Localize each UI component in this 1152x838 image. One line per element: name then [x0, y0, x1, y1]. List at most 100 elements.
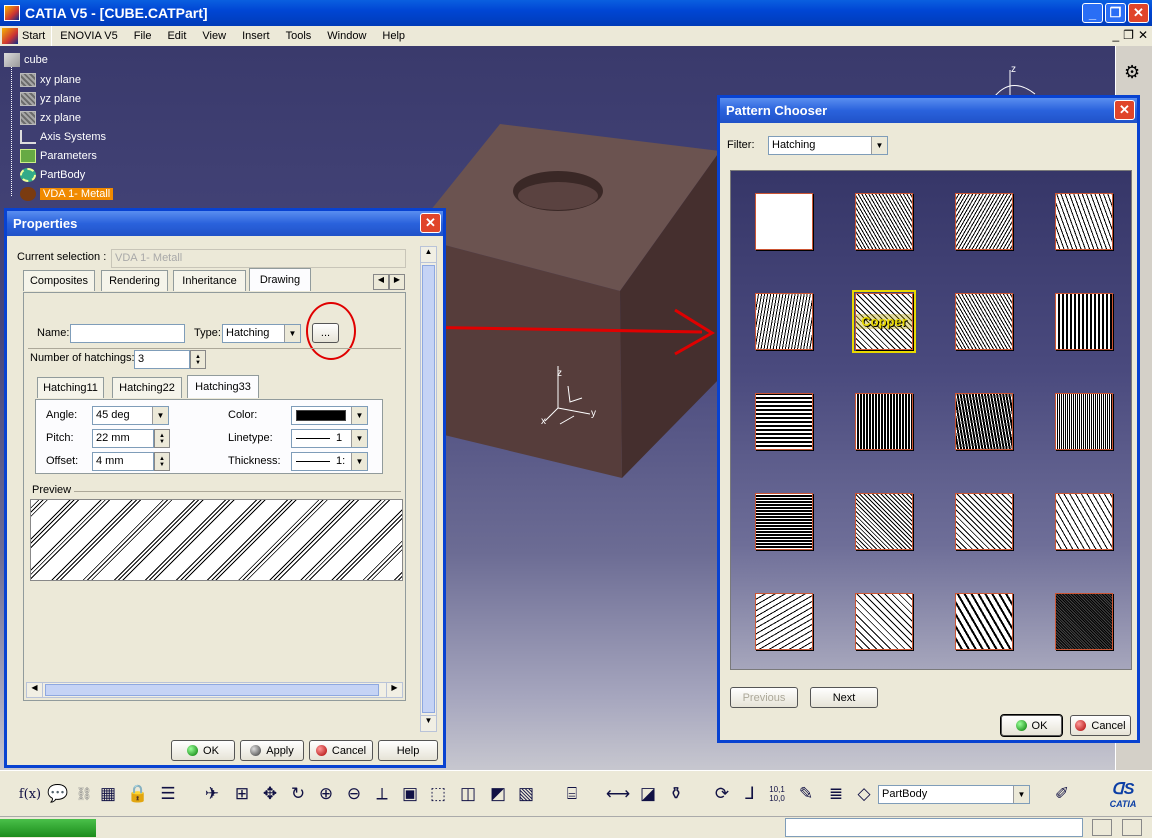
- tab-rendering[interactable]: Rendering: [101, 270, 168, 291]
- pitch-input[interactable]: 22 mm: [92, 429, 154, 448]
- doc-close-button[interactable]: ✕: [1138, 28, 1148, 42]
- minimize-button[interactable]: _: [1082, 3, 1103, 23]
- pattern-swatch[interactable]: [855, 593, 913, 650]
- pattern-ok-button[interactable]: OK: [1000, 714, 1063, 737]
- menu-insert[interactable]: Insert: [234, 26, 278, 46]
- material-apply-icon[interactable]: ✐: [1050, 782, 1074, 806]
- measure-icon[interactable]: ⌸: [560, 782, 584, 806]
- lock-icon[interactable]: 🔒: [126, 782, 150, 806]
- fit-all-icon[interactable]: ⊞: [230, 782, 254, 806]
- tree-item-yz-plane[interactable]: yz plane: [20, 89, 81, 108]
- pattern-swatch[interactable]: [755, 193, 813, 250]
- tree-item-axis-systems[interactable]: Axis Systems: [20, 127, 106, 146]
- measure-between-icon[interactable]: ⟷: [606, 782, 630, 806]
- num-hatchings-input[interactable]: 3: [134, 350, 190, 369]
- pattern-swatch[interactable]: [1055, 593, 1113, 650]
- tree-item-partbody[interactable]: PartBody: [20, 165, 85, 184]
- body-icon[interactable]: ◇: [852, 782, 876, 806]
- pattern-swatch[interactable]: [855, 393, 913, 450]
- swap-space-icon[interactable]: ▧: [514, 782, 538, 806]
- next-button[interactable]: Next: [810, 687, 878, 708]
- zoom-in-icon[interactable]: ⊕: [314, 782, 338, 806]
- scale-icon[interactable]: 10,1 10,0: [764, 782, 790, 806]
- pattern-swatch[interactable]: Copper: [852, 290, 916, 353]
- doc-minimize-button[interactable]: _: [1112, 28, 1119, 42]
- menu-help[interactable]: Help: [374, 26, 413, 46]
- zoom-out-icon[interactable]: ⊖: [342, 782, 366, 806]
- pattern-swatch[interactable]: [955, 493, 1013, 550]
- properties-ok-button[interactable]: OK: [171, 740, 235, 761]
- tree-root[interactable]: cube: [4, 50, 48, 69]
- pattern-swatch[interactable]: [755, 593, 813, 650]
- pattern-swatch[interactable]: [1055, 193, 1113, 250]
- menu-window[interactable]: Window: [319, 26, 374, 46]
- offset-spinner[interactable]: ▲ ▼: [154, 452, 170, 471]
- tab-drawing[interactable]: Drawing: [249, 268, 311, 291]
- formula-icon[interactable]: f(x): [18, 782, 42, 806]
- linetype-select[interactable]: 1 ▼: [291, 429, 368, 448]
- axis-system-tool-icon[interactable]: ⅃: [738, 782, 762, 806]
- close-button[interactable]: ✕: [1128, 3, 1149, 23]
- table-icon[interactable]: ▦: [96, 782, 120, 806]
- menu-file[interactable]: File: [126, 26, 160, 46]
- color-select[interactable]: ▼: [291, 406, 368, 425]
- tab-hatching11[interactable]: Hatching11: [37, 377, 104, 398]
- offset-input[interactable]: 4 mm: [92, 452, 154, 471]
- menu-enovia[interactable]: ENOVIA V5: [52, 26, 125, 46]
- tab-hatching22[interactable]: Hatching22: [112, 377, 182, 398]
- pattern-cancel-button[interactable]: Cancel: [1070, 715, 1131, 736]
- normal-view-icon[interactable]: ⟂: [370, 782, 394, 806]
- tab-composites[interactable]: Composites: [23, 270, 95, 291]
- name-input[interactable]: [70, 324, 185, 343]
- measure-item-icon[interactable]: ◪: [636, 782, 660, 806]
- pattern-swatch[interactable]: [755, 393, 813, 450]
- pan-icon[interactable]: ✥: [258, 782, 282, 806]
- body-select[interactable]: PartBody ▼: [878, 785, 1030, 804]
- scroll-down-icon[interactable]: ▼: [421, 715, 436, 731]
- pattern-swatch[interactable]: [955, 393, 1013, 450]
- num-hatchings-spinner[interactable]: ▲ ▼: [190, 350, 206, 369]
- pattern-swatch[interactable]: [955, 593, 1013, 650]
- multi-view-icon[interactable]: ▣: [398, 782, 422, 806]
- pattern-swatch[interactable]: [855, 493, 913, 550]
- pattern-swatch[interactable]: [1055, 293, 1113, 350]
- tab-left-icon[interactable]: ◀: [373, 274, 389, 290]
- pattern-swatch[interactable]: [755, 493, 813, 550]
- tree-item-parameters[interactable]: Parameters: [20, 146, 97, 165]
- properties-close-button[interactable]: ✕: [420, 213, 441, 233]
- properties-help-button[interactable]: Help: [378, 740, 438, 761]
- tab-scroll-arrows[interactable]: ◀ ▶: [373, 274, 405, 290]
- properties-vscrollbar[interactable]: ▲ ▼: [420, 246, 437, 732]
- menu-view[interactable]: View: [194, 26, 234, 46]
- analysis-icon[interactable]: ✎: [794, 782, 818, 806]
- scroll-right-icon[interactable]: ▶: [386, 683, 402, 697]
- pattern-swatch[interactable]: [1055, 393, 1113, 450]
- rotate-icon[interactable]: ↻: [286, 782, 310, 806]
- pattern-chooser-close-button[interactable]: ✕: [1114, 100, 1135, 120]
- status-button-2[interactable]: [1122, 819, 1142, 836]
- thickness-select[interactable]: 1: ▼: [291, 452, 368, 471]
- preview-hscrollbar[interactable]: ◀ ▶: [26, 682, 403, 698]
- scroll-left-icon[interactable]: ◀: [27, 683, 43, 697]
- scroll-up-icon[interactable]: ▲: [421, 247, 436, 263]
- doc-restore-button[interactable]: ❐: [1123, 28, 1134, 42]
- scroll-thumb[interactable]: [422, 265, 435, 713]
- list-icon[interactable]: ☰: [156, 782, 180, 806]
- menu-start[interactable]: Start: [0, 26, 53, 46]
- tab-right-icon[interactable]: ▶: [389, 274, 405, 290]
- fly-icon[interactable]: ✈: [200, 782, 224, 806]
- menu-edit[interactable]: Edit: [159, 26, 194, 46]
- properties-cancel-button[interactable]: Cancel: [309, 740, 373, 761]
- pattern-swatch[interactable]: [755, 293, 813, 350]
- tree-item-zx-plane[interactable]: zx plane: [20, 108, 81, 127]
- angle-select[interactable]: 45 deg ▼: [92, 406, 169, 425]
- update-icon[interactable]: ⟳: [710, 782, 734, 806]
- tree-item-material[interactable]: VDA 1- Metall: [20, 184, 114, 203]
- pattern-swatch[interactable]: [955, 293, 1013, 350]
- menu-tools[interactable]: Tools: [278, 26, 320, 46]
- pitch-spinner[interactable]: ▲ ▼: [154, 429, 170, 448]
- inertia-icon[interactable]: ⚱: [664, 782, 688, 806]
- gear-icon[interactable]: ⚙: [1124, 62, 1140, 83]
- filter-select[interactable]: Hatching ▼: [768, 136, 888, 155]
- tab-hatching33[interactable]: Hatching33: [187, 375, 259, 398]
